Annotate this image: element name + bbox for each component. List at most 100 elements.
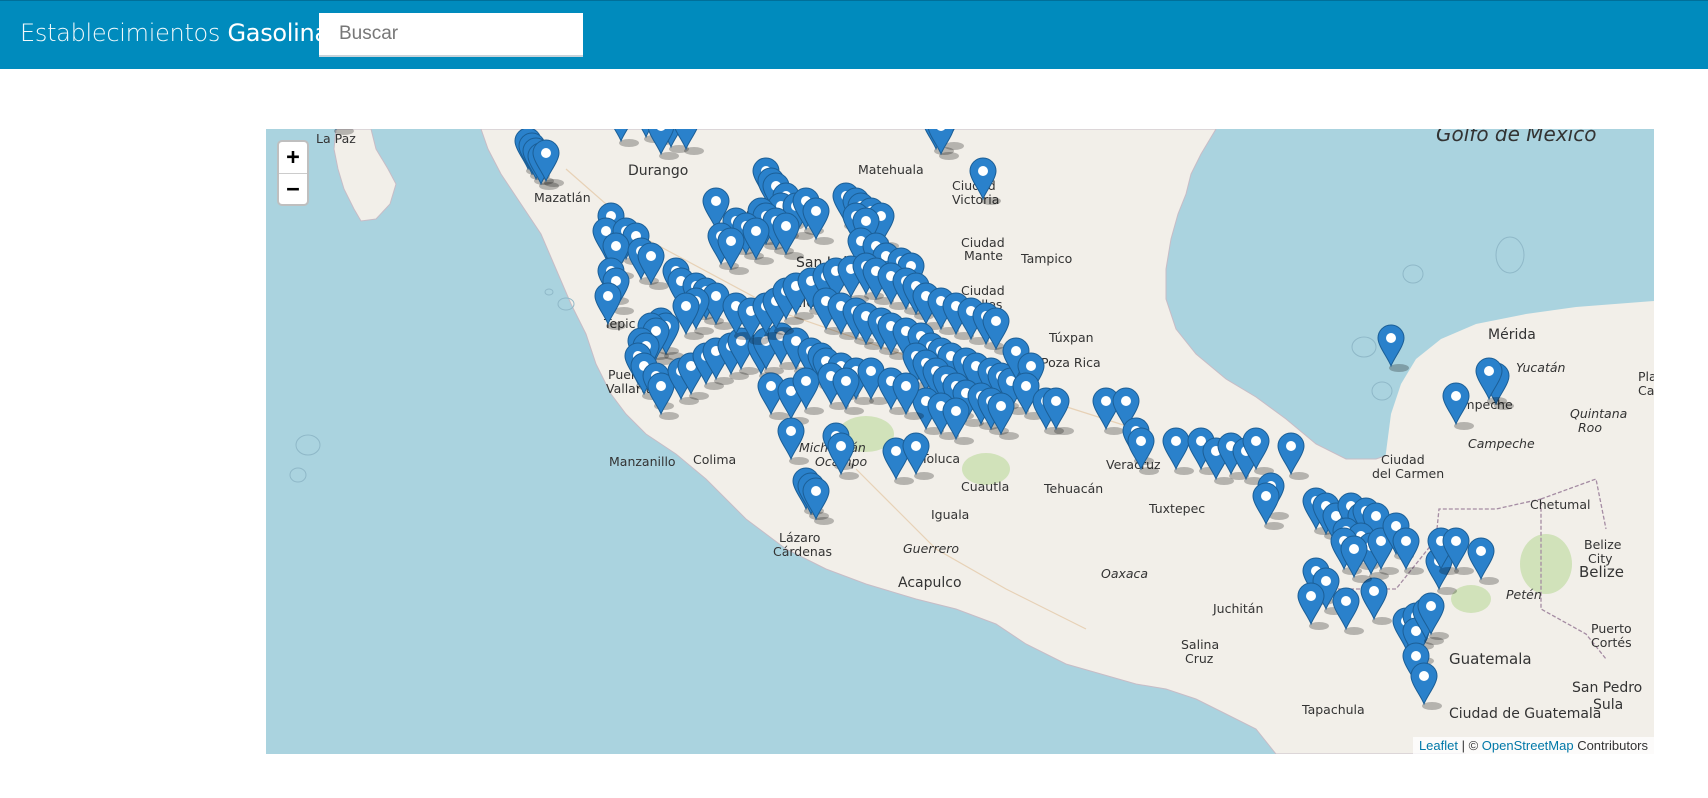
label-puerto-cortes-1: Puerto: [1591, 621, 1632, 636]
label-iguala: Iguala: [931, 507, 969, 522]
map-attribution: Leaflet | © OpenStreetMap Contributors: [1412, 737, 1654, 754]
marker-dot: [1101, 396, 1111, 406]
marker-shadow: [814, 237, 834, 245]
label-quintana-roo-1: Quintana: [1570, 406, 1627, 421]
marker-dot: [1484, 366, 1494, 376]
label-playa-2: Car: [1638, 383, 1654, 398]
marker-shadow: [1389, 364, 1409, 372]
marker-dot: [786, 426, 796, 436]
marker-dot: [1386, 333, 1396, 343]
marker-shadow: [1404, 567, 1424, 575]
marker-dot: [1376, 536, 1386, 546]
label-durango: Durango: [628, 163, 688, 179]
marker-dot: [811, 486, 821, 496]
marker-dot: [1051, 396, 1061, 406]
label-mazatlan: Mazatlán: [534, 190, 591, 205]
marker-shadow: [544, 179, 564, 187]
marker-shadow: [1344, 627, 1364, 635]
map-tiles: Golfo de México La Paz Durango Matehuala…: [289, 129, 1654, 754]
label-lazaro-1: Lázaro: [779, 530, 820, 545]
island: [289, 467, 307, 483]
marker-dot: [1371, 511, 1381, 521]
marker-shadow: [1264, 522, 1284, 530]
marker-dot: [901, 381, 911, 391]
marker-shadow: [649, 282, 669, 290]
marker-dot: [1369, 586, 1379, 596]
island: [1371, 381, 1393, 401]
marker-dot: [866, 366, 876, 376]
marker-shadow: [981, 197, 1001, 205]
marker-shadow: [844, 407, 864, 415]
marker-dot: [996, 401, 1006, 411]
marker-dot: [978, 166, 988, 176]
leaflet-link[interactable]: Leaflet: [1419, 738, 1458, 753]
label-guatemala: Guatemala: [1449, 650, 1532, 668]
marker-shadow: [784, 252, 804, 260]
marker-dot: [1021, 381, 1031, 391]
marker-dot: [1136, 436, 1146, 446]
label-oaxaca: Oaxaca: [1101, 566, 1148, 581]
marker-shadow: [659, 152, 679, 160]
attribution-contributors: Contributors: [1573, 738, 1648, 753]
label-colima: Colima: [693, 452, 736, 467]
label-guerrero: Guerrero: [903, 541, 959, 556]
label-ciudad-guatemala: Ciudad de Guatemala: [1449, 706, 1601, 722]
marker-shadow: [754, 257, 774, 265]
marker-shadow: [684, 332, 704, 340]
marker-dot: [1476, 546, 1486, 556]
map[interactable]: Golfo de México La Paz Durango Matehuala…: [266, 129, 1654, 754]
marker-shadow: [1054, 427, 1074, 435]
label-tampico: Tampico: [1020, 251, 1072, 266]
label-manzanillo: Manzanillo: [609, 454, 676, 469]
marker-dot: [1306, 591, 1316, 601]
marker-shadow: [1174, 467, 1194, 475]
marker-shadow: [1437, 587, 1457, 595]
label-salina-cruz-2: Cruz: [1185, 651, 1214, 666]
marker-shadow: [1379, 567, 1399, 575]
marker-dot: [811, 206, 821, 216]
marker-dot: [1419, 671, 1429, 681]
label-ciudad-mante-2: Mante: [964, 248, 1003, 263]
marker-dot: [1121, 396, 1131, 406]
map-marker-pin[interactable]: [1377, 324, 1409, 372]
marker-shadow: [939, 152, 959, 160]
island: [1402, 264, 1424, 284]
label-yucatan: Yucatán: [1516, 360, 1566, 375]
label-chetumal: Chetumal: [1530, 497, 1590, 512]
label-tuxtepec: Tuxtepec: [1148, 501, 1205, 516]
zoom-out-button[interactable]: −: [279, 174, 307, 205]
marker-dot: [841, 376, 851, 386]
marker-shadow: [689, 392, 709, 400]
marker-dot: [1011, 346, 1021, 356]
marker-dot: [1251, 436, 1261, 446]
marker-dot: [1349, 544, 1359, 554]
park: [1520, 534, 1572, 594]
marker-dot: [1286, 441, 1296, 451]
marker-dot: [1426, 601, 1436, 611]
marker-dot: [891, 446, 901, 456]
marker-shadow: [619, 139, 639, 147]
marker-shadow: [904, 412, 924, 420]
marker-shadow: [659, 412, 679, 420]
label-matehuala: Matehuala: [858, 162, 924, 177]
marker-shadow: [1139, 467, 1159, 475]
label-poza-rica: Poza Rica: [1041, 355, 1101, 370]
zoom-control: + −: [277, 140, 309, 206]
marker-dot: [711, 196, 721, 206]
marker-shadow: [954, 437, 974, 445]
marker-dot: [766, 381, 776, 391]
marker-dot: [951, 406, 961, 416]
osm-link[interactable]: OpenStreetMap: [1482, 738, 1574, 753]
label-ciudad-carmen-2: del Carmen: [1372, 466, 1444, 481]
marker-dot: [611, 241, 621, 251]
label-cuautla: Cuautla: [961, 479, 1009, 494]
label-tapachula: Tapachula: [1301, 702, 1365, 717]
label-ciudad-valles-1: Ciudad: [961, 283, 1005, 298]
search-input[interactable]: [319, 13, 583, 57]
marker-shadow: [1454, 567, 1474, 575]
zoom-in-button[interactable]: +: [279, 142, 307, 174]
marker-dot: [1341, 596, 1351, 606]
island: [1351, 336, 1377, 358]
label-quintana-roo-2: Roo: [1578, 420, 1602, 435]
brand[interactable]: Establecimientos Gasolina: [20, 19, 329, 47]
